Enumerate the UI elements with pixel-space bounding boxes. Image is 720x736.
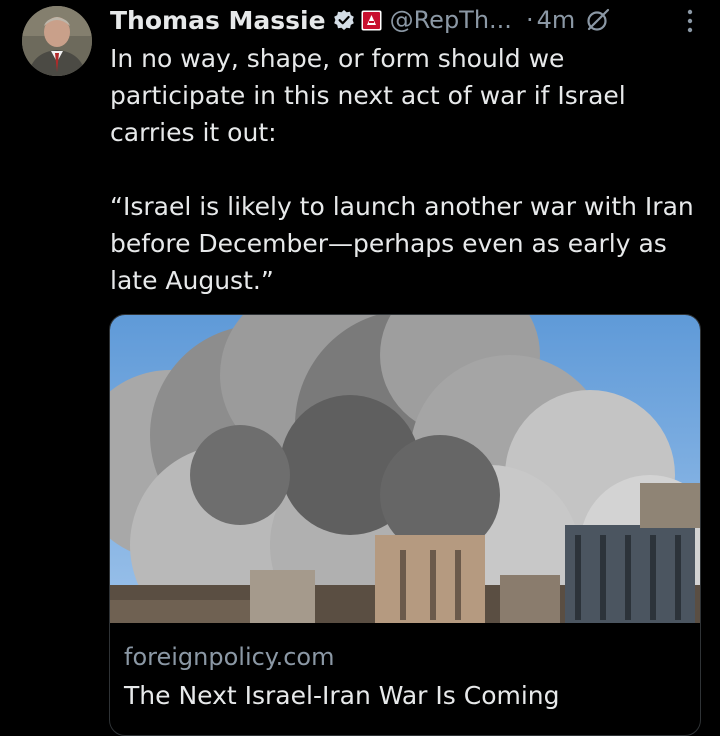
- separator-dot: ·: [525, 6, 534, 34]
- timestamp[interactable]: 4m: [537, 6, 576, 34]
- avatar[interactable]: [22, 6, 92, 76]
- link-card[interactable]: foreignpolicy.com The Next Israel-Iran W…: [109, 314, 701, 736]
- tweet-text: In no way, shape, or form should we part…: [110, 44, 694, 295]
- avatar-photo: [22, 6, 92, 76]
- author-handle[interactable]: @RepTh...: [390, 6, 512, 34]
- tweet-header: Thomas Massie @RepTh... · 4m: [110, 4, 700, 36]
- verified-badge-icon: [333, 9, 355, 31]
- more-options-icon[interactable]: [686, 8, 694, 34]
- link-card-domain: foreignpolicy.com: [124, 643, 335, 671]
- us-house-flag-icon[interactable]: [361, 10, 382, 31]
- link-card-title[interactable]: The Next Israel-Iran War Is Coming: [124, 681, 560, 710]
- grok-icon[interactable]: [585, 7, 611, 33]
- author-name[interactable]: Thomas Massie: [110, 6, 326, 35]
- link-card-image: [110, 315, 700, 623]
